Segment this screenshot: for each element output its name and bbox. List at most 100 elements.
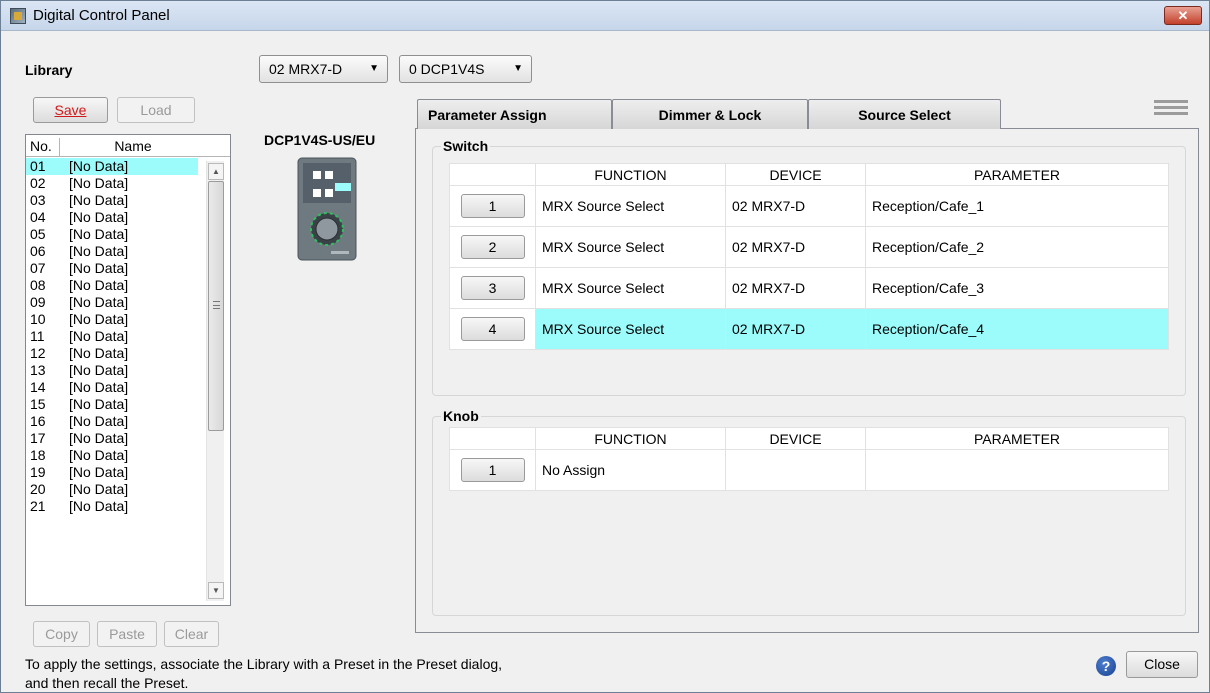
library-row[interactable]: 06 [No Data]: [26, 243, 206, 260]
header-spacer: [449, 427, 536, 450]
tab-parameter-assign[interactable]: Parameter Assign: [417, 99, 612, 129]
load-button[interactable]: Load: [117, 97, 195, 123]
device-model-label: DCP1V4S-US/EU: [264, 132, 376, 148]
assign-button-cell: 1: [449, 185, 536, 227]
function-cell[interactable]: No Assign: [535, 449, 726, 491]
library-row-name: [No Data]: [69, 294, 129, 310]
device-cell[interactable]: 02 MRX7-D: [725, 185, 866, 227]
tab-panel: Switch FUNCTION DEVICE PARAMETER 1 MRX So…: [415, 128, 1199, 633]
library-row[interactable]: 10 [No Data]: [26, 311, 206, 328]
library-row-name: [No Data]: [69, 379, 129, 395]
assign-number-button[interactable]: 2: [460, 235, 525, 259]
clear-button[interactable]: Clear: [164, 621, 219, 647]
library-row-name: [No Data]: [69, 396, 129, 412]
library-row[interactable]: 14 [No Data]: [26, 379, 206, 396]
library-row-name: [No Data]: [69, 277, 129, 293]
device-select-value: 02 MRX7-D: [269, 61, 343, 77]
panel-select-value: 0 DCP1V4S: [409, 61, 485, 77]
parameter-cell[interactable]: [865, 449, 1169, 491]
assign-row[interactable]: 1 MRX Source Select 02 MRX7-D Reception/Caf…: [449, 185, 1169, 227]
library-row[interactable]: 15 [No Data]: [26, 396, 206, 413]
library-row[interactable]: 21 [No Data]: [26, 498, 206, 515]
device-cell[interactable]: [725, 449, 866, 491]
library-row[interactable]: 08 [No Data]: [26, 277, 206, 294]
assign-number-button[interactable]: 3: [460, 276, 525, 300]
chevron-down-icon: ▼: [369, 63, 379, 74]
library-row[interactable]: 12 [No Data]: [26, 345, 206, 362]
tab-dimmer-lock[interactable]: Dimmer & Lock: [612, 99, 808, 129]
column-header-device: DEVICE: [725, 163, 866, 186]
library-row[interactable]: 09 [No Data]: [26, 294, 206, 311]
assign-row[interactable]: 4 MRX Source Select 02 MRX7-D Reception/Caf…: [449, 308, 1169, 350]
library-row-number: 01: [30, 158, 46, 174]
scroll-down-icon[interactable]: ▼: [208, 582, 224, 599]
assign-number-button[interactable]: 4: [460, 317, 525, 341]
help-icon[interactable]: ?: [1096, 656, 1116, 676]
copy-button-label: Copy: [45, 626, 78, 642]
close-button[interactable]: Close: [1126, 651, 1198, 678]
panel-select[interactable]: 0 DCP1V4S ▼: [399, 55, 532, 83]
assign-row[interactable]: 3 MRX Source Select 02 MRX7-D Reception/Caf…: [449, 267, 1169, 309]
library-row[interactable]: 17 [No Data]: [26, 430, 206, 447]
library-row[interactable]: 16 [No Data]: [26, 413, 206, 430]
library-row[interactable]: 07 [No Data]: [26, 260, 206, 277]
device-cell[interactable]: 02 MRX7-D: [725, 308, 866, 350]
function-cell[interactable]: MRX Source Select: [535, 226, 726, 268]
knob-table: FUNCTION DEVICE PARAMETER 1 No Assign: [449, 427, 1169, 491]
function-cell[interactable]: MRX Source Select: [535, 185, 726, 227]
scroll-up-icon[interactable]: ▲: [208, 163, 224, 180]
knob-group-title: Knob: [441, 408, 481, 424]
library-row-number: 16: [30, 413, 46, 429]
library-row-name: [No Data]: [69, 447, 129, 463]
assign-row[interactable]: 2 MRX Source Select 02 MRX7-D Reception/Caf…: [449, 226, 1169, 268]
library-row[interactable]: 20 [No Data]: [26, 481, 206, 498]
library-row[interactable]: 19 [No Data]: [26, 464, 206, 481]
instruction-line-2: and then recall the Preset.: [25, 675, 189, 691]
assign-number-button[interactable]: 1: [460, 194, 525, 218]
scrollbar-thumb[interactable]: [208, 181, 224, 431]
library-row[interactable]: 03 [No Data]: [26, 192, 206, 209]
copy-button[interactable]: Copy: [33, 621, 90, 647]
library-row[interactable]: 04 [No Data]: [26, 209, 206, 226]
device-cell[interactable]: 02 MRX7-D: [725, 226, 866, 268]
parameter-cell[interactable]: Reception/Cafe_3: [865, 267, 1169, 309]
library-row-name: [No Data]: [69, 362, 129, 378]
grip-icon: [213, 301, 220, 309]
save-button[interactable]: Save: [33, 97, 108, 123]
title-bar[interactable]: Digital Control Panel ✕: [1, 1, 1209, 31]
library-row-number: 15: [30, 396, 46, 412]
dcp-panel-image: [297, 157, 357, 261]
library-row-name: [No Data]: [69, 413, 129, 429]
function-cell[interactable]: MRX Source Select: [535, 308, 726, 350]
menu-icon[interactable]: [1154, 100, 1188, 116]
paste-button[interactable]: Paste: [97, 621, 157, 647]
library-row-number: 08: [30, 277, 46, 293]
device-cell[interactable]: 02 MRX7-D: [725, 267, 866, 309]
library-row-number: 14: [30, 379, 46, 395]
library-row[interactable]: 13 [No Data]: [26, 362, 206, 379]
save-button-label: Save: [54, 102, 87, 118]
library-row-number: 19: [30, 464, 46, 480]
assign-row[interactable]: 1 No Assign: [449, 449, 1169, 491]
window-close-button[interactable]: ✕: [1164, 6, 1202, 25]
parameter-cell[interactable]: Reception/Cafe_4: [865, 308, 1169, 350]
library-row[interactable]: 01 [No Data]: [26, 158, 198, 175]
library-row[interactable]: 02 [No Data]: [26, 175, 206, 192]
library-row-number: 13: [30, 362, 46, 378]
device-select[interactable]: 02 MRX7-D ▼: [259, 55, 388, 83]
library-row[interactable]: 05 [No Data]: [26, 226, 206, 243]
close-button-label: Close: [1144, 656, 1180, 672]
column-header-parameter: PARAMETER: [865, 163, 1169, 186]
parameter-cell[interactable]: Reception/Cafe_1: [865, 185, 1169, 227]
parameter-cell[interactable]: Reception/Cafe_2: [865, 226, 1169, 268]
library-list[interactable]: No. Name 01 [No Data] 02 [No Data] 03 [No Dat…: [25, 134, 231, 606]
assign-number-button[interactable]: 1: [460, 458, 525, 482]
tab-source-select[interactable]: Source Select: [808, 99, 1001, 129]
library-row-number: 12: [30, 345, 46, 361]
library-row-number: 02: [30, 175, 46, 191]
library-row[interactable]: 11 [No Data]: [26, 328, 206, 345]
function-cell[interactable]: MRX Source Select: [535, 267, 726, 309]
window-title: Digital Control Panel: [33, 7, 170, 24]
library-scrollbar[interactable]: ▲ ▼: [206, 161, 224, 601]
library-row[interactable]: 18 [No Data]: [26, 447, 206, 464]
